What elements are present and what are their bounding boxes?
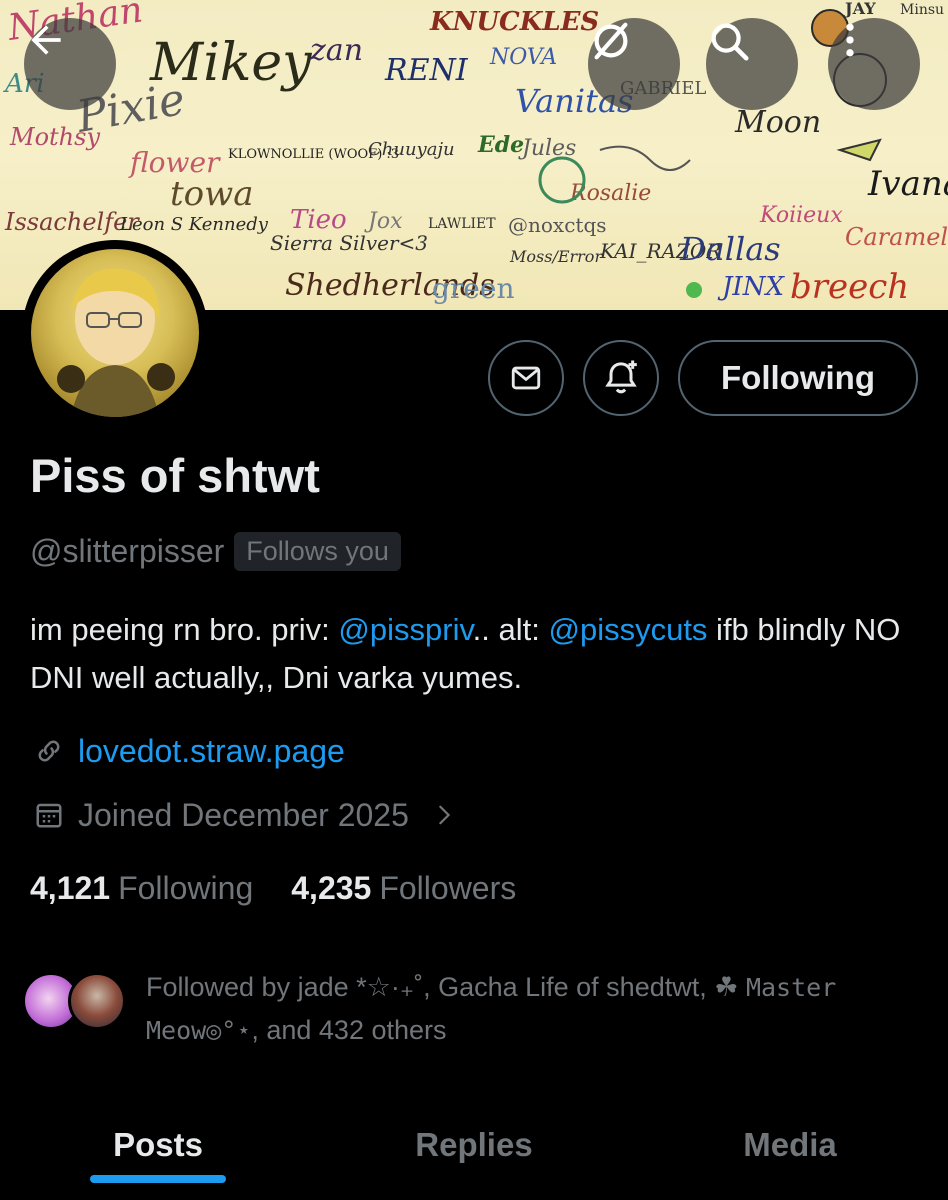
sig-20: LAWLIET [428,216,496,232]
followers-label: Followers [379,870,517,906]
tab-posts-label: Posts [113,1126,203,1163]
website-row: lovedot.straw.page [30,732,345,770]
following-count: 4,121 [30,870,111,906]
following-label: Following [118,870,254,906]
search-button[interactable] [706,18,798,110]
bio-text-1: im peeing rn bro. priv: [30,612,339,647]
following-stat[interactable]: 4,121 Following [30,870,253,907]
followed-by-text: Followed by jade *☆·₊˚, Gacha Life of sh… [146,966,866,1052]
sig-16: Mothsy [9,123,100,151]
followed-by-prefix: Followed by jade *☆·₊˚, Gacha Life of sh… [146,972,746,1002]
sig-37: Leon S Kennedy [119,214,269,235]
followed-by-suffix: , and 432 others [251,1015,447,1045]
profile-avatar[interactable] [22,240,208,426]
tab-posts[interactable]: Posts [0,1090,316,1200]
following-button-label: Following [721,359,875,396]
bio-text-2: .. alt: [472,612,549,647]
sig-11: towa [170,174,254,214]
avatar-illustration [57,268,175,417]
sig-35: Minsu [900,2,944,18]
follow-stats: 4,121 Following 4,235 Followers [30,870,516,907]
sig-29: Ivana [867,164,948,204]
followers-count: 4,235 [291,870,372,906]
sig-24: Sierra Silver<3 [270,231,428,255]
sig-21: @noxctqs [508,213,607,237]
envelope-icon [511,366,541,390]
avatar-image [31,249,199,417]
follower-avatar-2 [68,972,126,1030]
sig-6: NOVA [489,45,557,70]
search-icon [711,23,749,61]
follows-you-badge: Follows you [234,532,401,571]
display-name: Piss of shtwt [30,449,320,502]
bio-mention-alt[interactable]: @pissycuts [548,612,707,647]
sig-5: RENI [384,53,469,88]
sig-14: Ede [477,132,524,158]
bell-plus-icon [605,360,637,394]
active-tab-indicator [90,1175,226,1183]
following-button[interactable]: Following [678,340,918,416]
grok-button[interactable] [588,18,680,110]
sig-9: Moon [734,105,821,140]
back-button[interactable] [24,18,116,110]
followed-by-row[interactable]: Followed by jade *☆·₊˚, Gacha Life of sh… [22,966,866,1052]
tab-replies-label: Replies [415,1126,533,1163]
sig-38: Rosalie [569,181,651,206]
profile-tabs: Posts Replies Media [0,1090,948,1200]
profile-bio: im peeing rn bro. priv: @pisspriv.. alt:… [30,606,910,702]
sig-23: Dallas [679,230,781,268]
joined-date: Joined December 2025 [78,796,409,833]
message-button[interactable] [488,340,564,416]
arrow-left-icon [31,25,61,55]
sig-3: zan [309,33,363,68]
sig-13: Chuuyaju [368,139,455,160]
sig-32: Moss/Error [509,247,603,266]
sig-30: Caramel [845,223,948,251]
sig-26: green [432,272,514,305]
sig-28: breech [790,267,909,307]
bio-mention-priv[interactable]: @pisspriv [338,612,472,647]
chevron-right-icon [433,804,455,826]
sig-4: KNUCKLES [429,7,599,37]
link-icon [30,732,68,770]
grok-icon [594,22,628,60]
tab-replies[interactable]: Replies [316,1090,632,1200]
tab-media-label: Media [743,1126,837,1163]
username-handle: @slitterpisser [30,533,225,569]
more-vertical-icon [846,23,854,57]
sig-27: JINX [717,272,785,302]
followed-by-avatars [22,966,138,1032]
followers-stat[interactable]: 4,235 Followers [291,870,516,907]
website-link[interactable]: lovedot.straw.page [78,733,345,770]
joined-row[interactable]: Joined December 2025 [30,796,455,834]
notify-button[interactable] [583,340,659,416]
more-button[interactable] [828,18,920,110]
handle-row: @slitterpisser Follows you [30,532,401,571]
sig-31: Koiieux [759,203,843,228]
sig-34: JAY [843,0,876,18]
calendar-icon [30,796,68,834]
tab-media[interactable]: Media [632,1090,948,1200]
